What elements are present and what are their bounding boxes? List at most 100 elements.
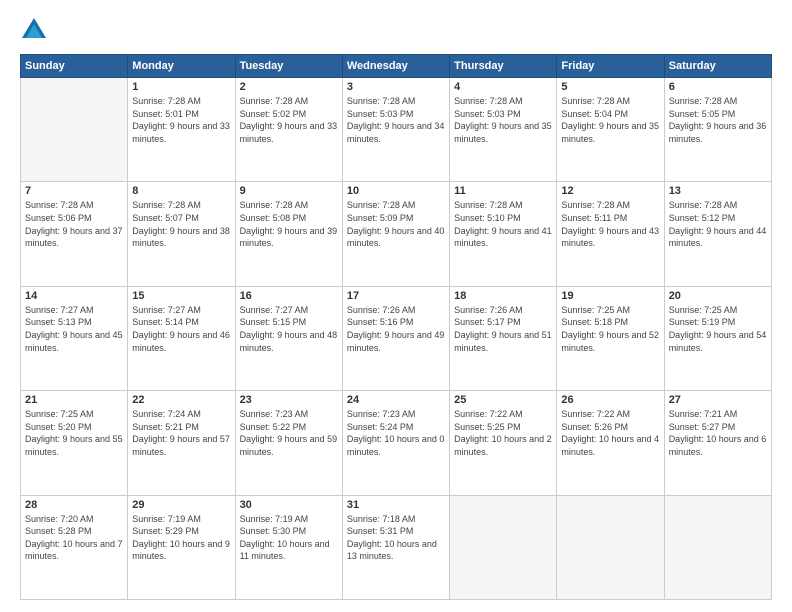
day-cell: 16 Sunrise: 7:27 AMSunset: 5:15 PMDaylig…	[235, 286, 342, 390]
day-cell: 11 Sunrise: 7:28 AMSunset: 5:10 PMDaylig…	[450, 182, 557, 286]
header	[20, 16, 772, 44]
day-info: Sunrise: 7:28 AMSunset: 5:10 PMDaylight:…	[454, 199, 552, 249]
day-info: Sunrise: 7:28 AMSunset: 5:03 PMDaylight:…	[347, 95, 445, 145]
day-info: Sunrise: 7:28 AMSunset: 5:08 PMDaylight:…	[240, 199, 338, 249]
day-number: 10	[347, 185, 445, 197]
calendar-body: 1 Sunrise: 7:28 AMSunset: 5:01 PMDayligh…	[21, 78, 772, 600]
week-row: 28 Sunrise: 7:20 AMSunset: 5:28 PMDaylig…	[21, 495, 772, 599]
day-cell	[21, 78, 128, 182]
weekday-header: Sunday	[21, 55, 128, 78]
day-cell: 25 Sunrise: 7:22 AMSunset: 5:25 PMDaylig…	[450, 391, 557, 495]
day-cell	[450, 495, 557, 599]
day-number: 16	[240, 290, 338, 302]
day-info: Sunrise: 7:28 AMSunset: 5:07 PMDaylight:…	[132, 199, 230, 249]
day-number: 14	[25, 290, 123, 302]
weekday-header: Tuesday	[235, 55, 342, 78]
week-row: 21 Sunrise: 7:25 AMSunset: 5:20 PMDaylig…	[21, 391, 772, 495]
day-info: Sunrise: 7:25 AMSunset: 5:20 PMDaylight:…	[25, 408, 123, 458]
day-number: 17	[347, 290, 445, 302]
day-cell: 14 Sunrise: 7:27 AMSunset: 5:13 PMDaylig…	[21, 286, 128, 390]
day-info: Sunrise: 7:28 AMSunset: 5:12 PMDaylight:…	[669, 199, 767, 249]
day-info: Sunrise: 7:24 AMSunset: 5:21 PMDaylight:…	[132, 408, 230, 458]
day-number: 29	[132, 499, 230, 511]
day-cell: 15 Sunrise: 7:27 AMSunset: 5:14 PMDaylig…	[128, 286, 235, 390]
day-cell: 31 Sunrise: 7:18 AMSunset: 5:31 PMDaylig…	[342, 495, 449, 599]
day-number: 13	[669, 185, 767, 197]
day-info: Sunrise: 7:18 AMSunset: 5:31 PMDaylight:…	[347, 513, 445, 563]
day-cell: 19 Sunrise: 7:25 AMSunset: 5:18 PMDaylig…	[557, 286, 664, 390]
day-number: 8	[132, 185, 230, 197]
week-row: 1 Sunrise: 7:28 AMSunset: 5:01 PMDayligh…	[21, 78, 772, 182]
day-number: 19	[561, 290, 659, 302]
day-info: Sunrise: 7:23 AMSunset: 5:24 PMDaylight:…	[347, 408, 445, 458]
day-number: 21	[25, 394, 123, 406]
day-cell: 7 Sunrise: 7:28 AMSunset: 5:06 PMDayligh…	[21, 182, 128, 286]
day-info: Sunrise: 7:25 AMSunset: 5:18 PMDaylight:…	[561, 304, 659, 354]
day-info: Sunrise: 7:19 AMSunset: 5:29 PMDaylight:…	[132, 513, 230, 563]
day-number: 1	[132, 81, 230, 93]
day-info: Sunrise: 7:22 AMSunset: 5:25 PMDaylight:…	[454, 408, 552, 458]
calendar-header: SundayMondayTuesdayWednesdayThursdayFrid…	[21, 55, 772, 78]
day-cell: 27 Sunrise: 7:21 AMSunset: 5:27 PMDaylig…	[664, 391, 771, 495]
day-number: 9	[240, 185, 338, 197]
day-cell	[557, 495, 664, 599]
day-cell: 30 Sunrise: 7:19 AMSunset: 5:30 PMDaylig…	[235, 495, 342, 599]
day-number: 24	[347, 394, 445, 406]
weekday-row: SundayMondayTuesdayWednesdayThursdayFrid…	[21, 55, 772, 78]
logo	[20, 16, 52, 44]
day-info: Sunrise: 7:21 AMSunset: 5:27 PMDaylight:…	[669, 408, 767, 458]
day-info: Sunrise: 7:28 AMSunset: 5:05 PMDaylight:…	[669, 95, 767, 145]
day-cell: 28 Sunrise: 7:20 AMSunset: 5:28 PMDaylig…	[21, 495, 128, 599]
week-row: 14 Sunrise: 7:27 AMSunset: 5:13 PMDaylig…	[21, 286, 772, 390]
day-number: 2	[240, 81, 338, 93]
day-cell: 9 Sunrise: 7:28 AMSunset: 5:08 PMDayligh…	[235, 182, 342, 286]
day-cell: 29 Sunrise: 7:19 AMSunset: 5:29 PMDaylig…	[128, 495, 235, 599]
day-number: 7	[25, 185, 123, 197]
day-cell: 1 Sunrise: 7:28 AMSunset: 5:01 PMDayligh…	[128, 78, 235, 182]
day-cell: 4 Sunrise: 7:28 AMSunset: 5:03 PMDayligh…	[450, 78, 557, 182]
day-info: Sunrise: 7:27 AMSunset: 5:14 PMDaylight:…	[132, 304, 230, 354]
day-info: Sunrise: 7:28 AMSunset: 5:04 PMDaylight:…	[561, 95, 659, 145]
day-number: 3	[347, 81, 445, 93]
day-number: 30	[240, 499, 338, 511]
day-cell: 26 Sunrise: 7:22 AMSunset: 5:26 PMDaylig…	[557, 391, 664, 495]
day-cell: 17 Sunrise: 7:26 AMSunset: 5:16 PMDaylig…	[342, 286, 449, 390]
day-info: Sunrise: 7:28 AMSunset: 5:09 PMDaylight:…	[347, 199, 445, 249]
day-info: Sunrise: 7:22 AMSunset: 5:26 PMDaylight:…	[561, 408, 659, 458]
day-number: 12	[561, 185, 659, 197]
day-info: Sunrise: 7:28 AMSunset: 5:11 PMDaylight:…	[561, 199, 659, 249]
day-number: 15	[132, 290, 230, 302]
day-info: Sunrise: 7:28 AMSunset: 5:01 PMDaylight:…	[132, 95, 230, 145]
calendar: SundayMondayTuesdayWednesdayThursdayFrid…	[20, 54, 772, 600]
day-number: 26	[561, 394, 659, 406]
weekday-header: Friday	[557, 55, 664, 78]
day-number: 20	[669, 290, 767, 302]
weekday-header: Saturday	[664, 55, 771, 78]
day-cell: 21 Sunrise: 7:25 AMSunset: 5:20 PMDaylig…	[21, 391, 128, 495]
day-info: Sunrise: 7:28 AMSunset: 5:02 PMDaylight:…	[240, 95, 338, 145]
day-info: Sunrise: 7:28 AMSunset: 5:06 PMDaylight:…	[25, 199, 123, 249]
day-info: Sunrise: 7:19 AMSunset: 5:30 PMDaylight:…	[240, 513, 338, 563]
day-info: Sunrise: 7:20 AMSunset: 5:28 PMDaylight:…	[25, 513, 123, 563]
day-cell: 5 Sunrise: 7:28 AMSunset: 5:04 PMDayligh…	[557, 78, 664, 182]
weekday-header: Thursday	[450, 55, 557, 78]
day-number: 5	[561, 81, 659, 93]
day-cell: 20 Sunrise: 7:25 AMSunset: 5:19 PMDaylig…	[664, 286, 771, 390]
day-cell: 22 Sunrise: 7:24 AMSunset: 5:21 PMDaylig…	[128, 391, 235, 495]
day-number: 31	[347, 499, 445, 511]
day-info: Sunrise: 7:28 AMSunset: 5:03 PMDaylight:…	[454, 95, 552, 145]
day-info: Sunrise: 7:25 AMSunset: 5:19 PMDaylight:…	[669, 304, 767, 354]
page: SundayMondayTuesdayWednesdayThursdayFrid…	[0, 0, 792, 612]
day-number: 22	[132, 394, 230, 406]
week-row: 7 Sunrise: 7:28 AMSunset: 5:06 PMDayligh…	[21, 182, 772, 286]
day-info: Sunrise: 7:27 AMSunset: 5:13 PMDaylight:…	[25, 304, 123, 354]
day-cell: 10 Sunrise: 7:28 AMSunset: 5:09 PMDaylig…	[342, 182, 449, 286]
day-number: 25	[454, 394, 552, 406]
day-cell: 23 Sunrise: 7:23 AMSunset: 5:22 PMDaylig…	[235, 391, 342, 495]
day-cell	[664, 495, 771, 599]
day-cell: 8 Sunrise: 7:28 AMSunset: 5:07 PMDayligh…	[128, 182, 235, 286]
day-cell: 18 Sunrise: 7:26 AMSunset: 5:17 PMDaylig…	[450, 286, 557, 390]
day-cell: 24 Sunrise: 7:23 AMSunset: 5:24 PMDaylig…	[342, 391, 449, 495]
day-number: 18	[454, 290, 552, 302]
day-info: Sunrise: 7:27 AMSunset: 5:15 PMDaylight:…	[240, 304, 338, 354]
